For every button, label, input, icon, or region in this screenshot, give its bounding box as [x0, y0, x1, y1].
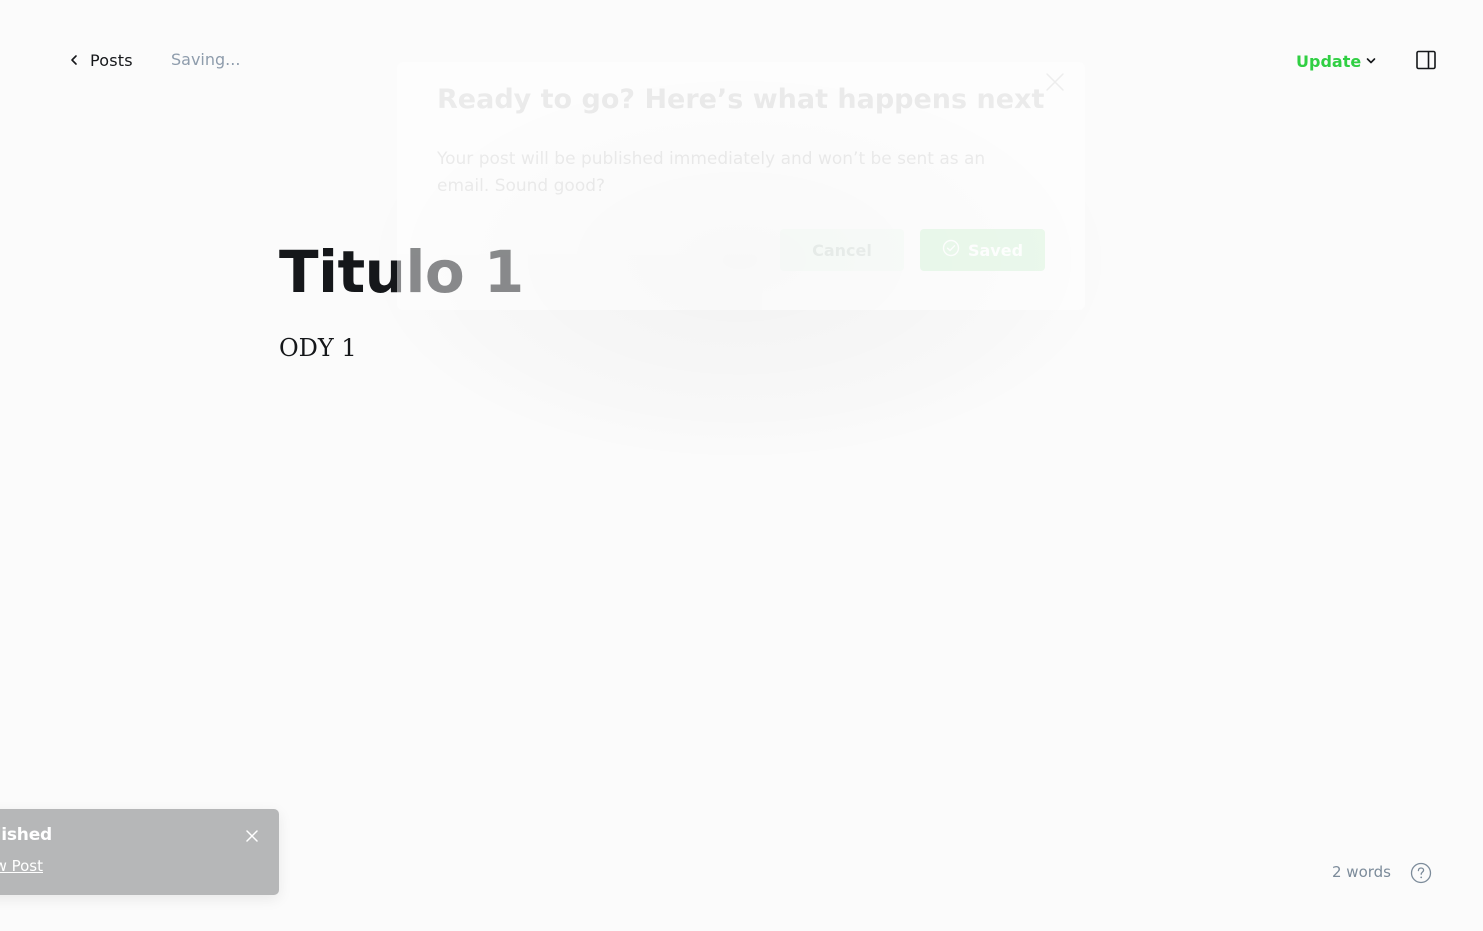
save-status: Saving...: [171, 50, 241, 69]
modal-title: Ready to go? Here’s what happens next: [437, 84, 1045, 115]
view-post-link[interactable]: w Post: [0, 857, 43, 875]
sidebar-toggle-icon[interactable]: [1414, 48, 1438, 72]
cancel-button-label: Cancel: [812, 240, 872, 260]
update-button-label: Update: [1296, 51, 1362, 71]
editor-page: Posts Saving... Update Titulo 1 ODY 1 Re…: [0, 0, 1483, 931]
word-count: 2 words: [1332, 863, 1391, 881]
back-to-posts-link[interactable]: Posts: [68, 48, 133, 72]
saved-button[interactable]: Saved: [920, 229, 1045, 271]
check-circle-icon: [942, 239, 960, 261]
back-link-label: Posts: [90, 50, 133, 70]
saved-button-label: Saved: [967, 240, 1024, 260]
toast-title: blished: [0, 825, 52, 845]
chevron-down-icon: [1365, 52, 1377, 71]
close-icon[interactable]: [244, 828, 260, 844]
update-button[interactable]: Update: [1296, 49, 1377, 73]
chevron-left-icon: [68, 51, 80, 70]
cancel-button[interactable]: Cancel: [780, 229, 904, 271]
post-body-editor[interactable]: ODY 1: [279, 332, 357, 364]
modal-message: Your post will be published immediately …: [437, 149, 986, 196]
publish-confirm-modal: Ready to go? Here’s what happens next Yo…: [397, 62, 1085, 310]
close-icon[interactable]: [1043, 70, 1067, 94]
help-circle-icon[interactable]: [1410, 862, 1432, 884]
published-toast: blished w Post: [0, 809, 279, 895]
